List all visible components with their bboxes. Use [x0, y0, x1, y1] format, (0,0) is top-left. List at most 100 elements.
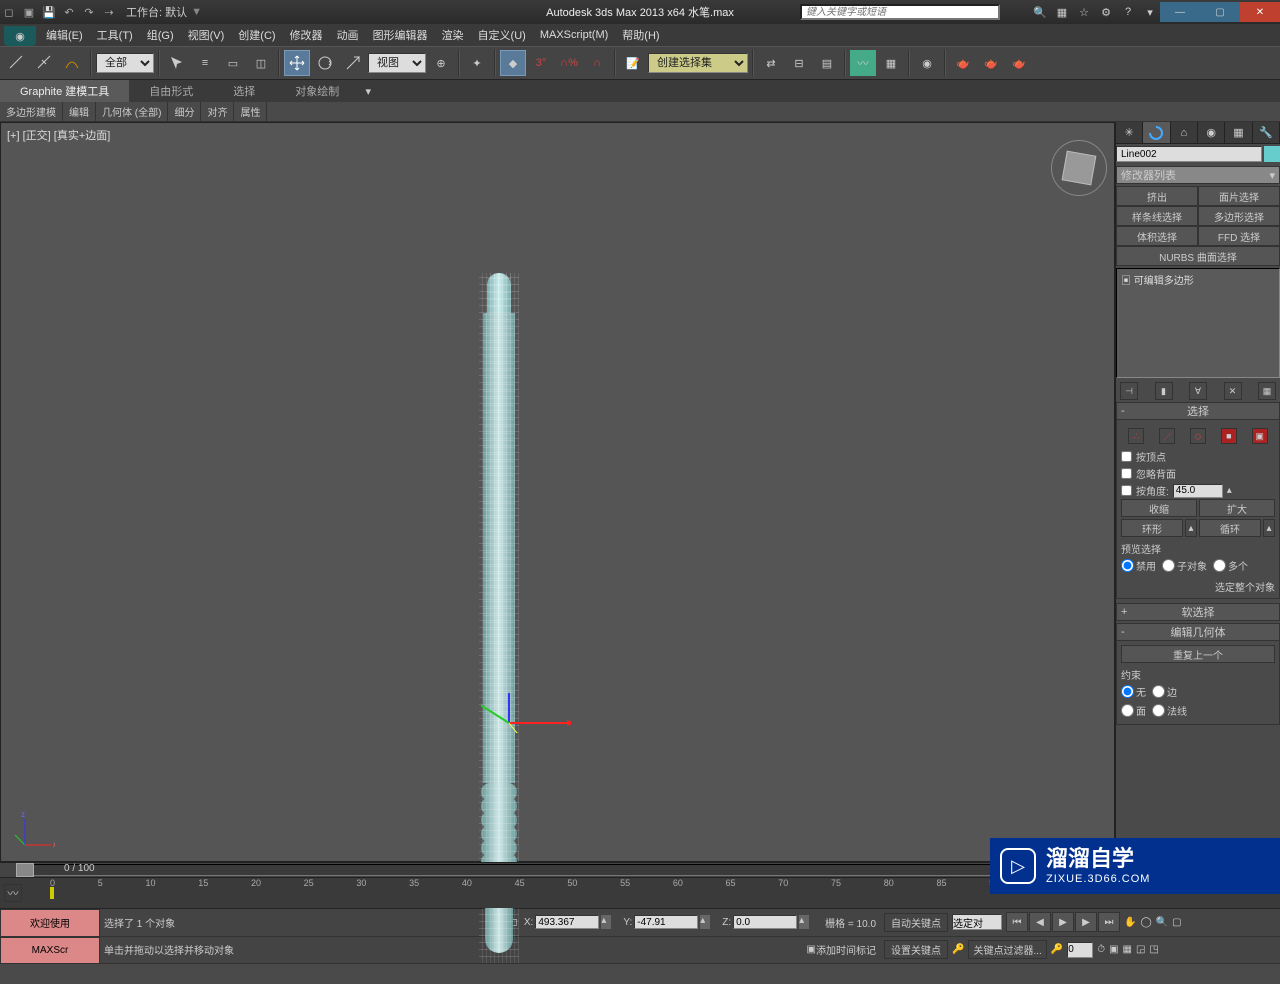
autokey-button[interactable]: 自动关键点 — [884, 913, 948, 932]
tab-create-icon[interactable]: ✳ — [1116, 122, 1143, 143]
pivot-icon[interactable]: ⊕ — [428, 50, 454, 76]
new-icon[interactable]: ◻ — [0, 3, 18, 21]
panel-geometry[interactable]: 几何体 (全部) — [96, 102, 168, 121]
spinner-snap-icon[interactable]: ∩ — [584, 50, 610, 76]
selection-filter-combo[interactable]: 全部 — [96, 53, 154, 73]
key-big-icon[interactable]: 🔑 — [1051, 944, 1063, 955]
align-icon[interactable]: ⊟ — [786, 50, 812, 76]
maxscript-mini[interactable]: 欢迎使用 — [0, 909, 100, 937]
selection-set-input[interactable] — [952, 914, 1002, 930]
menu-customize[interactable]: 自定义(U) — [472, 25, 532, 45]
radio-constraint-none[interactable] — [1121, 685, 1134, 698]
panel-align[interactable]: 对齐 — [201, 102, 234, 121]
menu-create[interactable]: 创建(C) — [232, 25, 281, 45]
configure-icon[interactable]: ▦ — [1258, 382, 1276, 400]
make-unique-icon[interactable]: ∀ — [1189, 382, 1207, 400]
manipulate-icon[interactable]: ✦ — [464, 50, 490, 76]
subobj-polygon-icon[interactable]: ■ — [1221, 428, 1237, 444]
binoculars-icon[interactable]: 🔍 — [1030, 3, 1050, 21]
key-icon[interactable]: ▦ — [1052, 3, 1072, 21]
minimize-button[interactable]: — — [1160, 2, 1200, 22]
radio-multi[interactable] — [1213, 559, 1226, 572]
tab-modify-icon[interactable] — [1143, 122, 1170, 143]
tab-motion-icon[interactable]: ◉ — [1198, 122, 1225, 143]
search-input[interactable] — [800, 4, 1000, 20]
menu-maxscript[interactable]: MAXScript(M) — [534, 27, 614, 43]
nav-minmax-icon[interactable]: ◳ — [1149, 944, 1158, 955]
btn-repeat-last[interactable]: 重复上一个 — [1121, 645, 1275, 663]
link-icon[interactable]: ⇢ — [100, 3, 118, 21]
panel-subdiv[interactable]: 细分 — [168, 102, 201, 121]
time-config-icon[interactable]: ⏱ — [1097, 944, 1105, 955]
subobj-element-icon[interactable]: ▣ — [1252, 428, 1268, 444]
ref-coord-combo[interactable]: 视图 — [368, 53, 426, 73]
goto-end-icon[interactable]: ⏭ — [1098, 912, 1120, 932]
btn-ring[interactable]: 环形 — [1121, 519, 1183, 537]
move-icon[interactable] — [284, 50, 310, 76]
gear-icon[interactable]: ⚙ — [1096, 3, 1116, 21]
menu-animation[interactable]: 动画 — [331, 25, 365, 45]
star-icon[interactable]: ☆ — [1074, 3, 1094, 21]
modifier-list-combo[interactable]: 修改器列表 ▾ — [1116, 166, 1280, 184]
select-icon[interactable] — [164, 50, 190, 76]
btn-extrude[interactable]: 挤出 — [1116, 186, 1198, 206]
window-cross-icon[interactable]: ◫ — [248, 50, 274, 76]
chk-by-vertex[interactable] — [1121, 451, 1132, 462]
panel-edit[interactable]: 编辑 — [63, 102, 96, 121]
mirror-icon[interactable]: ⇄ — [758, 50, 784, 76]
btn-shrink[interactable]: 收缩 — [1121, 499, 1197, 517]
scale-icon[interactable] — [340, 50, 366, 76]
time-tag-icon[interactable]: ▣ — [807, 944, 816, 955]
curve-editor-icon[interactable]: 〰 — [850, 50, 876, 76]
menu-tools[interactable]: 工具(T) — [91, 25, 139, 45]
subobj-edge-icon[interactable]: ／ — [1159, 428, 1175, 444]
loop-spin[interactable]: ▴ — [1263, 519, 1275, 537]
coord-y-input[interactable] — [634, 915, 698, 929]
nav-pan-icon[interactable]: ✋ — [1124, 917, 1136, 928]
app-menu-button[interactable]: ◉ — [4, 26, 36, 46]
render-setup-icon[interactable]: 🫖 — [950, 50, 976, 76]
rollout-selection-head[interactable]: -选择 — [1116, 402, 1280, 420]
help-icon[interactable]: ? — [1118, 3, 1138, 21]
render-frame-icon[interactable]: 🫖 — [978, 50, 1004, 76]
rollout-editgeo-head[interactable]: -编辑几何体 — [1116, 623, 1280, 641]
angle-snap-icon[interactable]: 3° — [528, 50, 554, 76]
btn-loop[interactable]: 循环 — [1199, 519, 1261, 537]
nav-max-icon[interactable]: ◲ — [1136, 944, 1145, 955]
angle-input[interactable] — [1173, 484, 1223, 498]
show-end-icon[interactable]: ▮ — [1155, 382, 1173, 400]
pin-stack-icon[interactable]: ⊣ — [1120, 382, 1138, 400]
goto-start-icon[interactable]: ⏮ — [1006, 912, 1028, 932]
chk-by-angle[interactable] — [1121, 485, 1132, 496]
tab-object-paint[interactable]: 对象绘制 — [275, 80, 359, 102]
btn-face-select[interactable]: 面片选择 — [1198, 186, 1280, 206]
snap-toggle-icon[interactable]: ◆ — [500, 50, 526, 76]
link-icon[interactable] — [4, 50, 30, 76]
radio-constraint-edge[interactable] — [1152, 685, 1165, 698]
tab-freeform[interactable]: 自由形式 — [129, 80, 213, 102]
viewport-label[interactable]: [+] [正交] [真实+边面] — [7, 127, 110, 143]
panel-attributes[interactable]: 属性 — [234, 102, 267, 121]
named-sel-edit-icon[interactable]: 📝 — [620, 50, 646, 76]
current-frame-input[interactable] — [1067, 942, 1093, 958]
key-filter-button[interactable]: 关键点过滤器... — [968, 940, 1046, 959]
open-icon[interactable]: ▣ — [20, 3, 38, 21]
render-icon[interactable]: 🫖 — [1006, 50, 1032, 76]
select-name-icon[interactable]: ≡ — [192, 50, 218, 76]
material-icon[interactable]: ◉ — [914, 50, 940, 76]
radio-constraint-face[interactable] — [1121, 704, 1134, 717]
chevron-down-icon[interactable]: ▼ — [191, 6, 202, 18]
btn-ffd-select[interactable]: FFD 选择 — [1198, 226, 1280, 246]
key-mode-icon[interactable]: 🔑 — [952, 944, 964, 955]
bind-icon[interactable] — [60, 50, 86, 76]
coord-x-input[interactable] — [535, 915, 599, 929]
play-icon[interactable]: ▶ — [1052, 912, 1074, 932]
nav-zoom-icon[interactable]: 🔍 — [1156, 917, 1168, 928]
subobj-border-icon[interactable]: ◇ — [1190, 428, 1206, 444]
object-color-swatch[interactable] — [1264, 146, 1280, 162]
remove-mod-icon[interactable]: ✕ — [1224, 382, 1242, 400]
maximize-button[interactable]: ▢ — [1200, 2, 1240, 22]
next-frame-icon[interactable]: ▶ — [1075, 912, 1097, 932]
tab-graphite[interactable]: Graphite 建模工具 — [0, 80, 129, 102]
unlink-icon[interactable] — [32, 50, 58, 76]
